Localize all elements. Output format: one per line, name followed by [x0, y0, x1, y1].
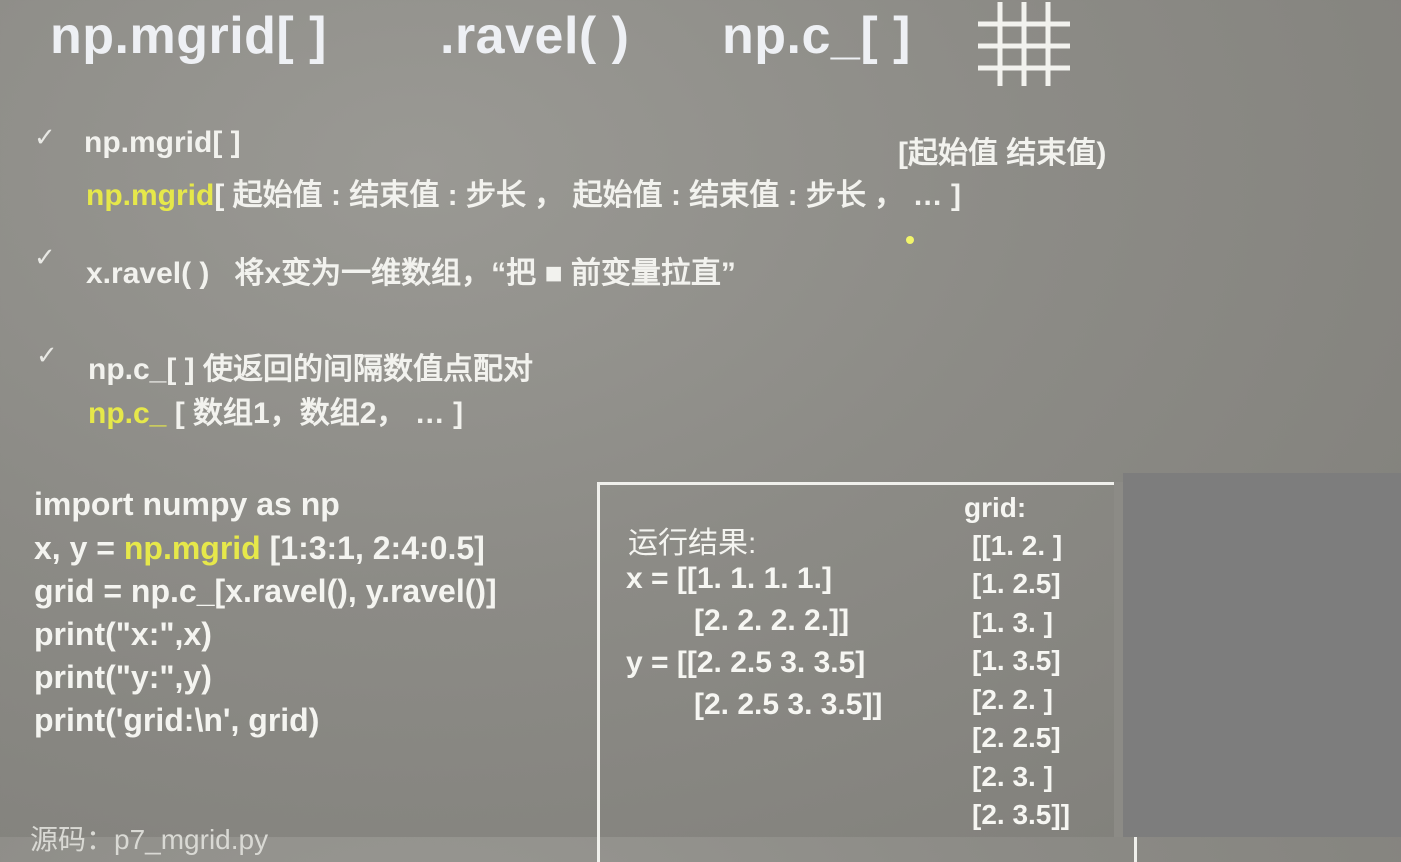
ravel-desc: 将x变为一维数组，“把 ■ 前变量拉直” — [234, 257, 736, 290]
code-line-2-args: [1:3:1, 2:4:0.5] — [260, 530, 485, 566]
code-line-2-mgrid: np.mgrid — [123, 530, 261, 566]
mgrid-range-note: [起始值 结束值) — [898, 137, 1107, 170]
code-line-2: x, y = np.mgrid [1:3:1, 2:4:0.5] — [34, 530, 485, 567]
title-mgrid: np.mgrid[ ] — [50, 7, 328, 65]
code-line-4: print("x:",x) — [34, 616, 212, 652]
ravel-code: x.ravel( ) — [86, 257, 210, 290]
source-footer: 源码：p7_mgrid.py — [30, 824, 269, 855]
c-bullet: np.c_[ ] 使返回的间隔数值点配对 — [88, 344, 533, 388]
check-icon: ✓ — [34, 242, 56, 272]
mgrid-syntax-args: [ 起始值 : 结束值 : 步长 ， 起始值 : 结束值 : 步长 ， … ] — [214, 179, 961, 212]
c-syntax-code: np.c_ — [88, 397, 167, 430]
grid-row-5: [2. 2. ] — [972, 684, 1053, 715]
result-x-row-1: x = [[1. 1. 1. 1.] — [626, 562, 832, 595]
grid-label: grid: — [964, 492, 1027, 523]
code-line-1: import numpy as np — [34, 486, 340, 522]
mgrid-syntax: np.mgrid[ 起始值 : 结束值 : 步长 ， 起始值 : 结束值 : 步… — [86, 170, 961, 214]
laser-pointer-dot — [906, 236, 914, 244]
c-code: np.c_[ ] — [88, 353, 195, 386]
code-line-6: print('grid:\n', grid) — [34, 702, 320, 738]
grid-row-1: [[1. 2. ] — [972, 530, 1063, 561]
result-y-row-2: [2. 2.5 3. 3.5]] — [694, 688, 883, 721]
grid-icon — [978, 2, 1070, 86]
code-line-5: print("y:",y) — [34, 659, 212, 695]
mgrid-heading: np.mgrid[ ] — [84, 126, 241, 159]
grid-row-8: [2. 3.5]] — [972, 799, 1071, 830]
result-y-row-1: y = [[2. 2.5 3. 3.5] — [626, 646, 866, 679]
mgrid-syntax-code: np.mgrid — [86, 179, 215, 212]
c-syntax-args: [ 数组1，数组2， … ] — [174, 397, 464, 430]
grid-row-2: [1. 2.5] — [972, 568, 1061, 599]
ravel-bullet: x.ravel( ) 将x变为一维数组，“把 ■ 前变量拉直” — [86, 248, 736, 292]
title-ravel: .ravel( ) — [440, 7, 630, 65]
grid-row-4: [1. 3.5] — [972, 645, 1061, 676]
check-icon: ✓ — [34, 122, 56, 152]
grid-row-7: [2. 3. ] — [972, 761, 1053, 792]
grid-row-3: [1. 3. ] — [972, 607, 1053, 638]
title-c: np.c_[ ] — [722, 7, 911, 65]
c-desc: 使返回的间隔数值点配对 — [203, 353, 534, 386]
code-line-3: grid = np.c_[x.ravel(), y.ravel()] — [34, 573, 497, 609]
c-syntax: np.c_ [ 数组1，数组2， … ] — [88, 388, 463, 432]
result-x-row-2: [2. 2. 2. 2.]] — [694, 604, 850, 637]
code-line-2-assign: x, y = — [34, 530, 124, 566]
grid-row-6: [2. 2.5] — [972, 722, 1061, 753]
check-icon: ✓ — [36, 340, 58, 370]
gray-panel — [1123, 473, 1401, 837]
result-box-fill — [1114, 482, 1123, 837]
result-label: 运行结果: — [628, 527, 757, 560]
